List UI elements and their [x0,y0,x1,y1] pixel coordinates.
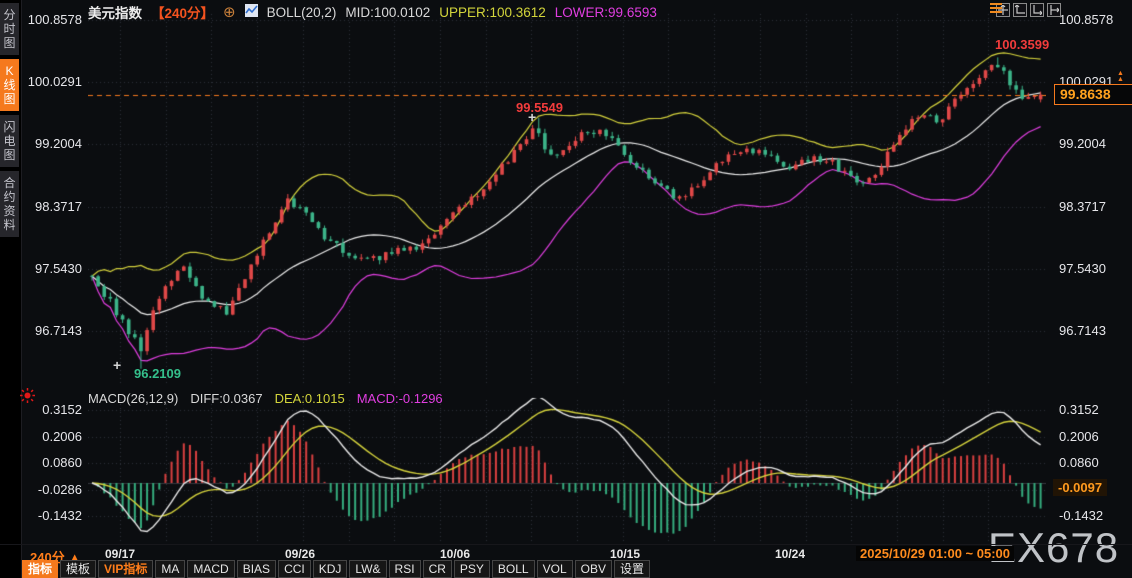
main-y-tick-right: 98.3717 [1059,198,1106,214]
macd-y-tick-right: 0.0860 [1059,455,1099,471]
x-axis-tick: 10/24 [774,547,806,561]
boll-upper-value: UPPER:100.3612 [439,4,546,20]
swing-high-cross-marker: + [528,109,537,125]
x-axis-tick: 09/17 [104,547,136,561]
candlestick-chart-canvas[interactable] [88,0,1046,545]
x-axis-tick: 10/06 [439,547,471,561]
main-y-tick-right: 97.5430 [1059,260,1106,276]
main-y-tick-left: 98.3717 [35,198,82,214]
macd-y-tick-left: -0.0286 [37,481,82,497]
mini-chart-icon [244,4,258,20]
indicator-toolbar: 指标 模板 VIP指标 MA MACD BIAS CCI KDJ LW& RSI CR PSY BOLL… [22,560,650,578]
low-cross-marker: + [113,357,122,373]
main-y-tick-left: 100.8578 [27,12,82,27]
toolbar-button-RSI[interactable]: RSI [388,560,421,578]
main-y-tick-left: 99.2004 [35,136,82,152]
macd-macd-value: MACD:-0.1296 [356,391,443,406]
toolbar-button-指标[interactable]: 指标 [22,560,59,578]
macd-params-label: MACD(26,12,9) [88,391,179,406]
toolbar-button-设置[interactable]: 设置 [613,560,650,578]
low-annotation: 96.2109 [134,366,181,381]
symbol-name: 美元指数 [88,6,142,21]
macd-y-tick-right: 0.2006 [1059,428,1099,444]
macd-y-tick-right: 0.3152 [1059,402,1099,418]
current-macd-badge: -0.0097 [1053,479,1108,496]
toolbar-button-VOL[interactable]: VOL [536,560,573,578]
toolbar-button-VIP指标[interactable]: VIP指标 [98,560,154,578]
sidebar-divider [21,0,22,578]
boll-mid-value: MID:100.0102 [345,4,431,20]
list-menu-icon[interactable] [990,3,1002,14]
toolbar-button-OBV[interactable]: OBV [574,560,612,578]
macd-y-tick-right: -0.1432 [1059,508,1104,524]
toolbar-button-KDJ[interactable]: KDJ [312,560,348,578]
chart-tool-buttons [996,3,1061,17]
sidebar-tab-4[interactable]: 合约资料 [0,171,19,237]
x-axis-tick: 09/26 [284,547,316,561]
macd-y-tick-left: 0.0860 [42,455,82,471]
toolbar-button-LW&[interactable]: LW& [349,560,387,578]
period-label[interactable]: 【240分】 [151,2,214,22]
macd-y-tick-left: 0.3152 [42,402,82,418]
trading-terminal: 分时图 K线图闪电图合约资料 美元指数 【240分】 ⊕ BOLL(20,2) M… [0,0,1132,578]
main-y-tick-right: 99.2004 [1059,136,1106,152]
sidebar-tab-3[interactable]: 闪电图 [0,115,19,167]
pan-right-icon[interactable] [1047,3,1061,17]
main-y-tick-left: 96.7143 [35,323,82,338]
boll-lower-value: LOWER:99.6593 [554,4,657,20]
toolbar-button-模板[interactable]: 模板 [60,560,97,578]
toolbar-button-CR[interactable]: CR [422,560,452,578]
sidebar-tab-1[interactable]: 分时图 [0,3,19,55]
toolbar-button-MACD[interactable]: MACD [187,560,235,578]
circle-plus-icon[interactable]: ⊕ [223,5,236,20]
macd-diff-value: DIFF:0.0367 [190,391,263,406]
toolbar-button-BOLL[interactable]: BOLL [491,560,535,578]
swing-high-annotation: 99.5549 [516,100,563,115]
macd-y-tick-left: -0.1432 [37,508,82,524]
recent-high-annotation: 100.3599 [995,37,1050,52]
x-axis-scale-icon[interactable] [1030,3,1044,17]
toolbar-button-BIAS[interactable]: BIAS [236,560,277,578]
boll-params-label: BOLL(20,2) [266,4,337,20]
chart-type-sidebar: 分时图 K线图闪电图合约资料 [0,0,21,578]
macd-dea-value: DEA:0.1015 [274,391,345,406]
record-dot-icon[interactable] [20,388,35,403]
current-price-badge: 99.8638 [1054,84,1132,105]
main-y-tick-left: 100.0291 [27,74,82,90]
macd-header: MACD(26,12,9) DIFF:0.0367 DEA:0.1015 MAC… [88,391,443,406]
toolbar-button-PSY[interactable]: PSY [453,560,490,578]
main-y-tick-right: 100.8578 [1059,12,1114,27]
macd-y-tick-left: 0.2006 [42,428,82,444]
toolbar-button-MA[interactable]: MA [155,560,186,578]
price-up-arrows-icon: ▲ ▲ [1117,70,1124,83]
toolbar-button-CCI[interactable]: CCI [278,560,311,578]
main-y-tick-left: 97.5430 [35,260,82,276]
chart-header: 美元指数 【240分】 ⊕ BOLL(20,2) MID:100.0102 UP… [88,2,657,22]
main-y-tick-right: 96.7143 [1059,323,1106,338]
x-axis-tick: 10/15 [609,547,641,561]
y-axis-scale-icon[interactable] [1013,3,1027,17]
sidebar-tab-2[interactable]: K线图 [0,59,19,111]
session-range-label: 2025/10/29 01:00 ~ 05:00 [856,546,1014,561]
